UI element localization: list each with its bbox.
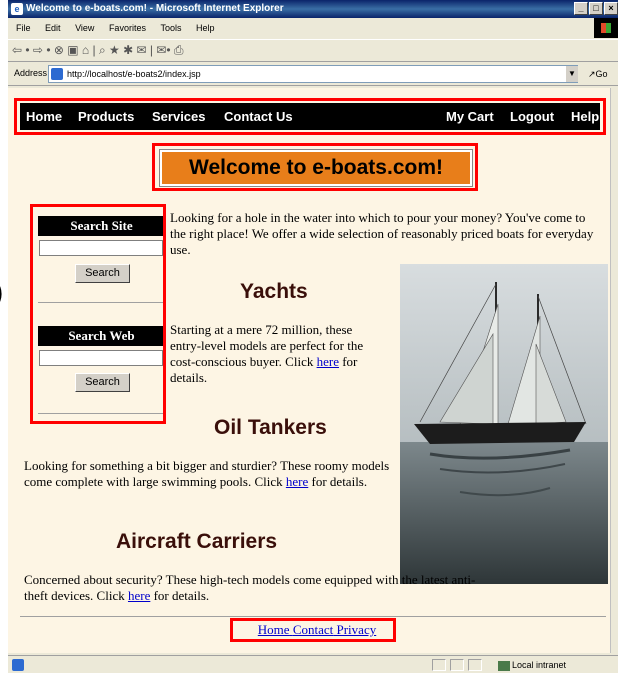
- address-bar: Address http://localhost/e-boats2/index.…: [8, 61, 618, 86]
- ie-icon: e: [11, 3, 23, 15]
- menu-help[interactable]: Help: [196, 23, 215, 33]
- yachts-details-link[interactable]: here: [317, 354, 339, 369]
- menu-tools[interactable]: Tools: [160, 23, 181, 33]
- oil-tankers-tail: for details.: [311, 474, 368, 489]
- window-title: Welcome to e-boats.com! - Microsoft Inte…: [26, 3, 284, 14]
- toolbar-icons[interactable]: ⇦ • ⇨ • ⊗ ▣ ⌂ | ⌕ ★ ✱ ✉ | ✉• ⎙: [12, 43, 184, 57]
- go-label: Go: [595, 69, 608, 79]
- intranet-icon: [498, 660, 510, 671]
- aircraft-carriers-heading: Aircraft Carriers: [116, 530, 278, 553]
- status-cell: [432, 659, 446, 671]
- menu-file[interactable]: File: [16, 23, 31, 33]
- yachts-heading: Yachts: [240, 280, 308, 303]
- sailboat-image: [400, 264, 608, 584]
- footer-highlight-box: [230, 618, 396, 642]
- windows-logo-icon: [594, 18, 618, 38]
- nav-highlight-box: [14, 98, 606, 135]
- security-zone: Local intranet: [498, 656, 566, 673]
- welcome-highlight-box: [152, 143, 478, 191]
- window-controls: _ □ ×: [574, 2, 618, 15]
- aircraft-carriers-tail: for details.: [153, 588, 210, 603]
- aircraft-carriers-desc: Concerned about security? These high-tec…: [24, 572, 476, 603]
- page-status-icon: [12, 659, 24, 671]
- page-viewport: Home Products Services Contact Us My Car…: [8, 88, 618, 653]
- intro-text: Looking for a hole in the water into whi…: [170, 210, 594, 257]
- status-cell: [468, 659, 482, 671]
- menu-view[interactable]: View: [75, 23, 94, 33]
- sailboat-photo: [400, 264, 608, 584]
- close-icon[interactable]: ×: [604, 2, 618, 15]
- oil-tankers-text: Looking for something a bit bigger and s…: [24, 458, 404, 490]
- address-label: Address: [14, 68, 48, 78]
- title-bar: e Welcome to e-boats.com! - Microsoft In…: [8, 0, 618, 18]
- chevron-down-icon[interactable]: ▼: [566, 66, 578, 82]
- vertical-scrollbar[interactable]: [610, 88, 618, 653]
- minimize-icon[interactable]: _: [574, 2, 588, 15]
- menu-bar: File Edit View Favorites Tools Help: [8, 19, 618, 37]
- address-url: http://localhost/e-boats2/index.jsp: [67, 69, 201, 79]
- aircraft-carriers-text: Concerned about security? These high-tec…: [24, 572, 494, 604]
- go-button[interactable]: ↗Go: [588, 69, 608, 80]
- menu-edit[interactable]: Edit: [45, 23, 61, 33]
- footer-divider: [20, 616, 606, 617]
- maximize-icon[interactable]: □: [589, 2, 603, 15]
- oil-tankers-heading: Oil Tankers: [214, 416, 327, 439]
- status-cell: [450, 659, 464, 671]
- zone-label: Local intranet: [512, 660, 567, 670]
- standard-toolbar[interactable]: ⇦ • ⇨ • ⊗ ▣ ⌂ | ⌕ ★ ✱ ✉ | ✉• ⎙: [8, 39, 618, 60]
- status-bar: Local intranet: [8, 655, 618, 673]
- aircraft-carriers-details-link[interactable]: here: [128, 588, 150, 603]
- yachts-text: Starting at a mere 72 million, these ent…: [170, 322, 366, 386]
- menu-favorites[interactable]: Favorites: [109, 23, 146, 33]
- left-edge-fragment: ): [0, 276, 3, 308]
- address-input[interactable]: http://localhost/e-boats2/index.jsp: [48, 65, 578, 83]
- sidebar-highlight-box: [30, 204, 166, 424]
- page-icon: [51, 68, 63, 80]
- oil-tankers-details-link[interactable]: here: [286, 474, 308, 489]
